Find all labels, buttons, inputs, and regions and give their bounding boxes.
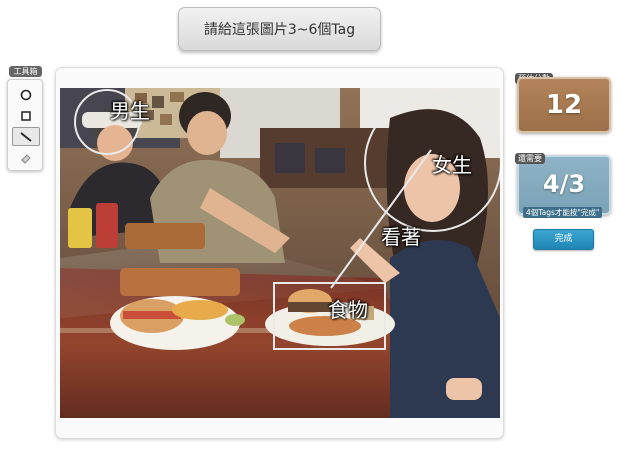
done-button[interactable]: 完成 [533, 229, 594, 250]
eraser-tool[interactable] [12, 148, 40, 167]
line-icon [20, 131, 32, 142]
score-value: 12 [545, 90, 583, 120]
square-icon [21, 110, 31, 121]
toolbox-label: 工具箱 [9, 66, 42, 77]
tag-boy: 男生 [110, 99, 150, 123]
circle-tool[interactable] [12, 85, 40, 104]
photo-canvas[interactable]: 男生 女生 看著 食物 [60, 88, 500, 418]
eraser-icon [21, 153, 31, 164]
progress-value: 4/3 [542, 170, 586, 198]
toolbox [7, 79, 43, 171]
tag-food: 食物 [328, 298, 368, 322]
instruction-text: 請給這張圖片3~6個Tag [203, 22, 356, 38]
progress-label: 還需要 [515, 153, 545, 164]
tag-looking: 看著 [381, 225, 421, 249]
tag-girl: 女生 [432, 153, 472, 177]
instruction-banner: 請給這張圖片3~6個Tag [178, 7, 381, 51]
rectangle-tool[interactable] [12, 106, 40, 125]
progress-hint: 4個Tags才能按"完成" [523, 207, 603, 218]
progress-box: 4/3 [517, 155, 611, 215]
circle-icon [20, 89, 32, 100]
photo-illustration [60, 88, 500, 418]
line-tool[interactable] [12, 127, 40, 146]
score-box: 12 [517, 77, 611, 133]
